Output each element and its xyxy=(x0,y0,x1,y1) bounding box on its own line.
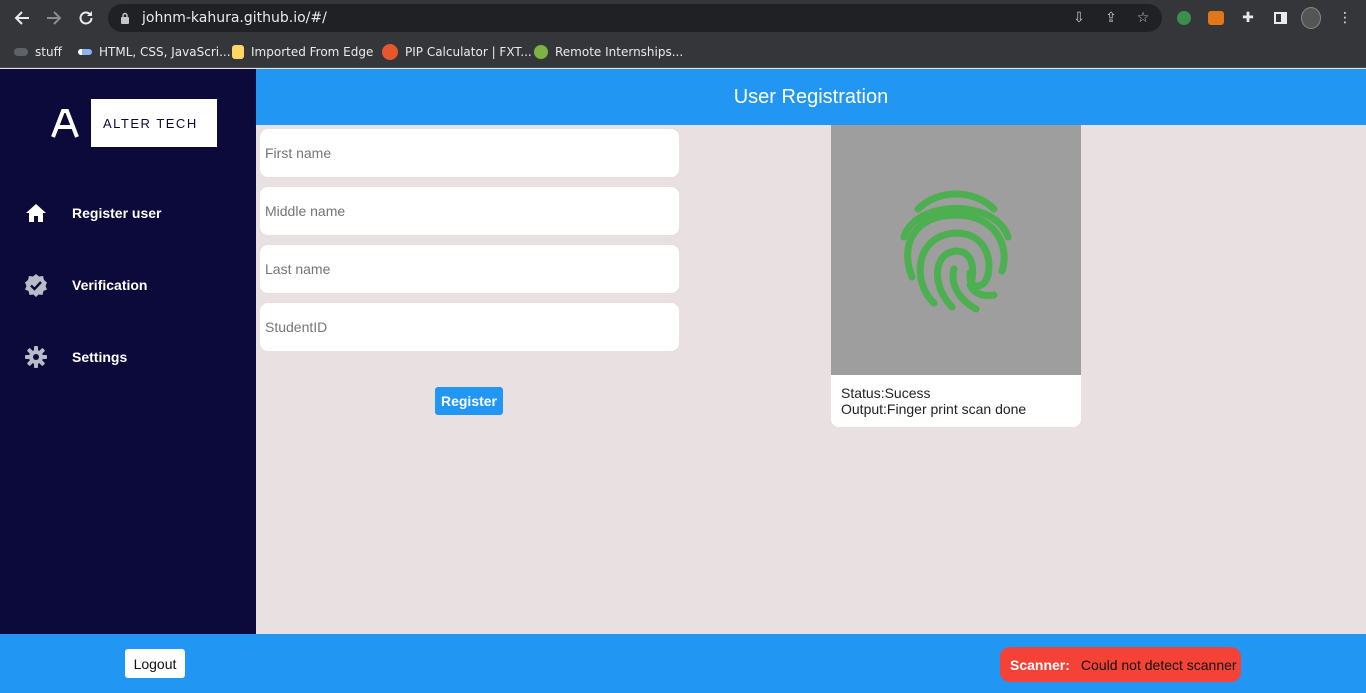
bookmark-item[interactable]: Remote Internships... xyxy=(534,42,683,62)
logo-a-icon xyxy=(51,109,79,138)
lock-icon xyxy=(121,12,129,24)
scan-output-text: Output:Finger print scan done xyxy=(841,401,1027,417)
pip-icon xyxy=(382,44,398,60)
folder-icon xyxy=(232,45,244,59)
fingerprint-preview xyxy=(831,125,1081,375)
extension-globe-icon[interactable] xyxy=(1174,8,1194,28)
scanner-label: Scanner: xyxy=(1010,656,1070,673)
last-name-input[interactable] xyxy=(260,245,679,293)
scanner-message: Could not detect scanner xyxy=(1080,656,1237,673)
back-icon[interactable] xyxy=(10,6,34,30)
intern-icon xyxy=(534,45,548,59)
metamask-icon[interactable] xyxy=(1206,8,1226,28)
logout-button[interactable]: Logout xyxy=(125,649,185,678)
bookmarks-bar: stuff HTML, CSS, JavaScri... Imported Fr… xyxy=(0,36,1366,68)
gear-icon xyxy=(24,345,48,369)
url-text: johnm-kahura.github.io/#/ xyxy=(142,10,327,26)
logo-text: ALTER TECH xyxy=(103,115,198,131)
sidebar: ALTER TECH Register user Verification Se… xyxy=(0,69,256,634)
sidebar-item-register-user[interactable]: Register user xyxy=(24,198,244,228)
sidebar-item-verification[interactable]: Verification xyxy=(24,270,244,300)
bookmark-item[interactable]: stuff xyxy=(14,42,62,62)
sidebar-item-label: Verification xyxy=(72,277,148,293)
first-name-input[interactable] xyxy=(260,129,679,177)
sidebar-item-label: Settings xyxy=(72,349,128,365)
bookmark-label: stuff xyxy=(35,45,62,59)
avatar[interactable] xyxy=(1301,7,1321,29)
page-header: User Registration xyxy=(256,69,1366,125)
middle-name-input[interactable] xyxy=(260,187,679,235)
app-root: ALTER TECH Register user Verification Se… xyxy=(0,69,1366,693)
scanner-status-badge: Scanner: Could not detect scanner xyxy=(1000,647,1241,682)
page-title: User Registration xyxy=(733,85,889,108)
code-icon xyxy=(78,49,92,55)
bookmark-label: Imported From Edge xyxy=(251,45,374,59)
install-icon[interactable]: ⇩ xyxy=(1070,9,1088,27)
cloud-icon xyxy=(14,48,28,56)
bookmark-item[interactable]: Imported From Edge xyxy=(232,42,373,62)
register-button[interactable]: Register xyxy=(435,387,503,415)
sidebar-item-label: Register user xyxy=(72,205,162,221)
bookmark-label: HTML, CSS, JavaScri... xyxy=(99,45,231,59)
bookmark-item[interactable]: PIP Calculator | FXT... xyxy=(382,42,532,62)
share-icon[interactable]: ⇪ xyxy=(1102,9,1120,27)
puzzle-icon[interactable]: ✚ xyxy=(1238,8,1258,28)
logo: ALTER TECH xyxy=(38,98,218,148)
student-id-input[interactable] xyxy=(260,303,679,351)
verified-badge-icon xyxy=(24,273,48,297)
bookmark-item[interactable]: HTML, CSS, JavaScri... xyxy=(78,42,231,62)
forward-icon[interactable] xyxy=(42,6,66,30)
sidebar-item-settings[interactable]: Settings xyxy=(24,342,244,372)
side-panel-icon[interactable] xyxy=(1270,8,1290,28)
menu-dots-icon[interactable]: ⋮ xyxy=(1335,8,1355,28)
reload-icon[interactable] xyxy=(74,6,98,30)
logo-mark xyxy=(39,99,91,147)
scan-status-text: Status:Sucess xyxy=(841,385,931,401)
address-bar[interactable]: johnm-kahura.github.io/#/ ⇩ ⇪ ☆ xyxy=(108,4,1162,32)
home-icon xyxy=(24,201,48,225)
bookmark-label: Remote Internships... xyxy=(555,45,684,59)
star-icon[interactable]: ☆ xyxy=(1134,9,1152,27)
footer-bar: Logout Scanner: Could not detect scanner xyxy=(0,634,1366,693)
browser-toolbar: johnm-kahura.github.io/#/ ⇩ ⇪ ☆ ✚ ⋮ xyxy=(0,0,1366,36)
scan-status-panel: Status:Sucess Output:Finger print scan d… xyxy=(831,375,1081,427)
fingerprint-icon xyxy=(900,190,1012,313)
bookmark-label: PIP Calculator | FXT... xyxy=(405,45,532,59)
